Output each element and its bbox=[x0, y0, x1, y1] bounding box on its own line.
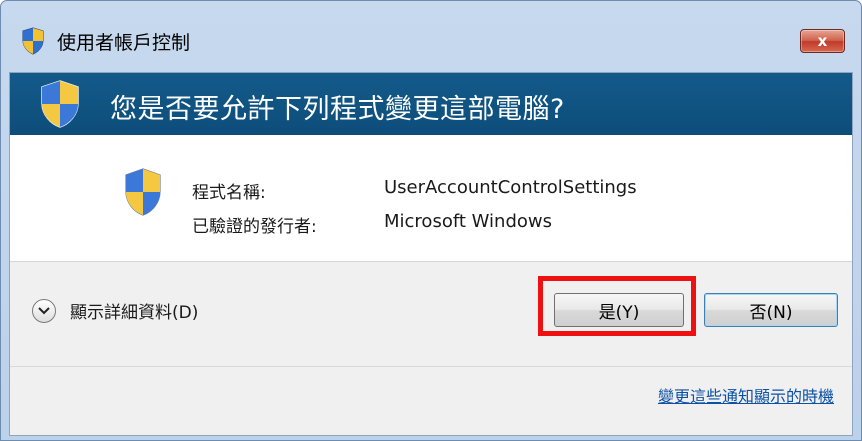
close-button[interactable]: x bbox=[800, 29, 845, 53]
shield-icon bbox=[22, 27, 44, 55]
question-text: 您是否要允許下列程式變更這部電腦? bbox=[110, 94, 565, 125]
show-details-label: 顯示詳細資料(D) bbox=[70, 303, 199, 323]
yes-button[interactable]: 是(Y) bbox=[554, 293, 684, 327]
shield-icon bbox=[41, 80, 79, 128]
action-area: 顯示詳細資料(D) 是(Y) 否(N) 變更這些通知顯示的時機 bbox=[10, 262, 852, 435]
question-banner: 您是否要允許下列程式變更這部電腦? bbox=[10, 73, 852, 135]
title-bar[interactable]: 使用者帳戶控制 x bbox=[1, 1, 861, 75]
publisher-value: Microsoft Windows bbox=[384, 211, 552, 232]
show-details-button[interactable]: 顯示詳細資料(D) bbox=[32, 298, 198, 323]
program-name-value: UserAccountControlSettings bbox=[384, 177, 637, 198]
shield-icon bbox=[125, 168, 161, 216]
divider bbox=[10, 366, 852, 367]
close-icon: x bbox=[817, 32, 828, 50]
no-button[interactable]: 否(N) bbox=[704, 293, 838, 327]
window-title: 使用者帳戶控制 bbox=[57, 32, 191, 54]
dialog-body: 您是否要允許下列程式變更這部電腦? 程式名稱: UserAccountContr… bbox=[9, 72, 853, 436]
change-notification-settings-link[interactable]: 變更這些通知顯示的時機 bbox=[658, 383, 834, 407]
chevron-down-icon bbox=[32, 298, 56, 323]
uac-dialog: 使用者帳戶控制 x 您是否要允許下列程式變更這部電腦? 程式名稱: UserAc… bbox=[0, 0, 862, 441]
program-info: 程式名稱: UserAccountControlSettings 已驗證的發行者… bbox=[10, 135, 852, 261]
program-name-label: 程式名稱: bbox=[192, 183, 266, 203]
publisher-label: 已驗證的發行者: bbox=[192, 217, 317, 237]
